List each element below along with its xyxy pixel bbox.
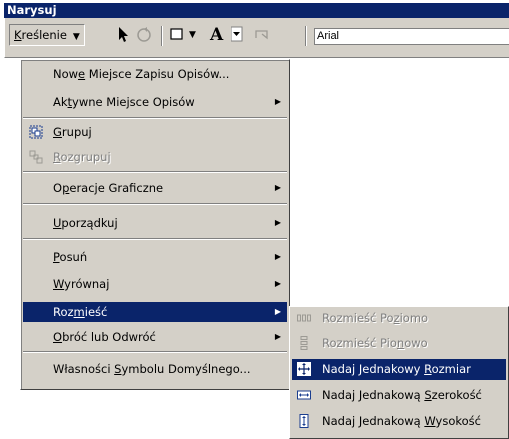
distribute-vertically-icon	[297, 336, 311, 350]
toolbar-separator	[305, 26, 307, 46]
menu-label-part: Ak	[53, 95, 68, 109]
submenu-arrow-icon: ▶	[274, 183, 281, 192]
menu-label-part: Miejsce Zapisu Opisów...	[85, 67, 230, 81]
menu-label-part: ozgrupuj	[60, 150, 111, 164]
menu-item-rotate-or-flip[interactable]: Obróć lub Odwróć ▶	[23, 327, 287, 347]
submenu-arrow-icon: ▶	[274, 332, 281, 341]
submenu-item-make-same-size[interactable]: Nadaj Jednakowy Rozmiar	[292, 359, 506, 380]
submenu-arrow-icon: ▶	[274, 218, 281, 227]
menu-label-part: O	[53, 181, 63, 195]
menu-item-graphic-operations[interactable]: Operacje Graficzne ▶	[23, 178, 287, 198]
submenu-label-mnemonic: R	[424, 362, 432, 376]
menu-label-part: eracje Graficzne	[69, 181, 164, 195]
menu-item-group[interactable]: Grupuj	[23, 122, 287, 142]
toolbar-title: Narysuj	[4, 3, 509, 18]
submenu-label-part: iomo	[399, 311, 429, 325]
menu-separator	[23, 171, 287, 173]
submenu-label-mnemonic: S	[424, 388, 432, 402]
menu-label-part: ieść	[84, 305, 108, 319]
submenu-arrow-icon: ▶	[274, 279, 281, 288]
menu-label-part: Roz	[53, 305, 74, 319]
menu-label-mnemonic: m	[73, 305, 85, 319]
draw-menu-button[interactable]: Kreślenie ▼	[9, 24, 85, 46]
submenu-label-part: owo	[404, 336, 428, 350]
menu-label-part: yrównaj	[64, 277, 110, 291]
submenu-arrow-icon: ▶	[274, 307, 281, 316]
submenu-label-part: zerokość	[431, 388, 482, 402]
submenu-label-part: Nadaj Jednakowy	[322, 362, 425, 376]
free-rotate-icon[interactable]	[135, 24, 153, 46]
menu-item-order[interactable]: Uporządkuj ▶	[23, 213, 287, 233]
menu-label-part: rupuj	[61, 125, 92, 139]
menu-label-part: ymbolu Domyślnego...	[121, 362, 251, 376]
connector-icon[interactable]	[252, 24, 272, 46]
distribute-horizontally-icon	[297, 311, 311, 325]
menu-label-part: bróć lub Odwróć	[62, 330, 156, 344]
submenu-label-mnemonic: W	[424, 414, 436, 428]
menu-separator	[23, 351, 287, 353]
submenu-label-part: ozmiar	[431, 362, 471, 376]
menu-item-active-caption-location[interactable]: Aktywne Miejsce Opisów ▶	[23, 92, 287, 112]
menu-label-part: Własności	[53, 362, 115, 376]
menu-label-part: ywne Miejsce Opisów	[72, 95, 195, 109]
submenu-label-part: ysokość	[435, 414, 481, 428]
group-icon	[29, 125, 43, 139]
menu-separator	[23, 238, 287, 240]
ungroup-icon	[29, 150, 43, 164]
submenu-item-distribute-vertically[interactable]: Rozmieść Pionowo	[292, 333, 506, 354]
menu-label-mnemonic: W	[53, 277, 65, 291]
shape-dropdown-chevron-icon[interactable]: ▼	[189, 24, 196, 46]
submenu-label-part: Nadaj Jednakową	[322, 388, 425, 402]
distribute-submenu: Rozmieść Poziomo Rozmieść Pionowo Nadaj …	[289, 306, 509, 439]
select-objects-icon[interactable]	[117, 24, 131, 46]
menu-label-part: Now	[53, 67, 79, 81]
same-width-icon	[297, 388, 311, 402]
menu-label-mnemonic: O	[53, 330, 63, 344]
menu-item-new-caption-location[interactable]: Nowe Miejsce Zapisu Opisów...	[23, 64, 287, 84]
drawing-toolbar: Kreślenie ▼ ▼ A Arial	[4, 18, 509, 58]
submenu-label-part: Nadaj Jednakową	[322, 414, 425, 428]
font-name-input[interactable]: Arial	[314, 28, 509, 45]
draw-button-mnemonic: K	[14, 28, 22, 42]
menu-separator	[23, 117, 287, 119]
submenu-arrow-icon: ▶	[274, 97, 281, 106]
chevron-down-icon: ▼	[72, 32, 80, 42]
submenu-label-part: Rozmieść Pio	[322, 336, 397, 350]
submenu-item-distribute-horizontally[interactable]: Rozmieść Poziomo	[292, 308, 506, 329]
same-size-icon	[297, 362, 311, 376]
font-color-icon[interactable]: A	[210, 24, 223, 46]
submenu-item-make-same-width[interactable]: Nadaj Jednakową Szerokość	[292, 385, 506, 406]
same-height-icon	[297, 414, 311, 428]
toolbar-separator	[161, 26, 163, 46]
menu-label-part: porządkuj	[61, 216, 118, 230]
autoshape-rectangle-icon[interactable]	[169, 24, 185, 46]
menu-item-nudge[interactable]: Posuń ▶	[23, 247, 287, 267]
submenu-label-part: Rozmieść Po	[322, 311, 394, 325]
font-color-dropdown-chevron-icon[interactable]	[230, 24, 243, 46]
draw-button-label: reślenie	[21, 28, 67, 42]
submenu-arrow-icon: ▶	[274, 252, 281, 261]
menu-item-ungroup[interactable]: Rozgrupuj	[23, 147, 287, 167]
menu-item-align[interactable]: Wyrównaj ▶	[23, 274, 287, 294]
menu-item-distribute[interactable]: Rozmieść ▶	[23, 302, 287, 322]
submenu-item-make-same-height[interactable]: Nadaj Jednakową Wysokość	[292, 411, 506, 432]
menu-label-mnemonic: G	[53, 125, 62, 139]
menu-label-part: osuń	[59, 250, 88, 264]
menu-separator	[23, 203, 287, 205]
menu-item-default-symbol-properties[interactable]: Własności Symbolu Domyślnego...	[23, 359, 287, 379]
draw-menu: Nowe Miejsce Zapisu Opisów... Aktywne Mi…	[20, 59, 290, 390]
